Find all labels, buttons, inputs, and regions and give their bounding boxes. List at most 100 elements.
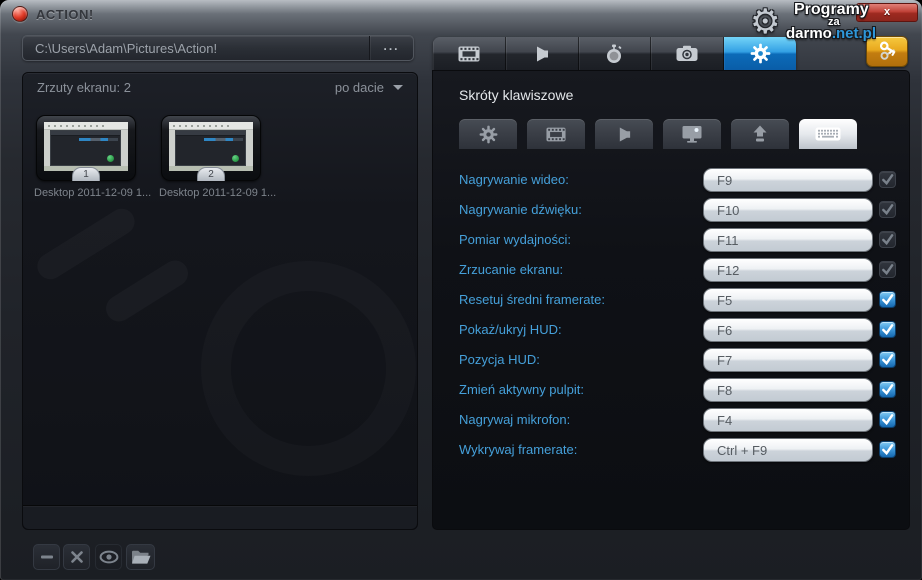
monitor-icon — [682, 126, 702, 143]
output-folder-bar: ... — [22, 35, 414, 61]
subtab-hotkeys[interactable] — [799, 119, 857, 149]
shortcut-label: Resetuj średni framerate: — [459, 292, 605, 307]
shortcut-label: Nagrywanie dźwięku: — [459, 202, 582, 217]
delete-button[interactable] — [63, 544, 90, 570]
subtab-audio[interactable] — [595, 119, 653, 149]
x-icon — [70, 551, 83, 563]
upload-arrow-icon — [753, 125, 767, 142]
window-title: ACTION! — [36, 7, 94, 22]
thumbnail-caption: Desktop 2011-12-09 1... — [34, 187, 152, 199]
gear-icon — [479, 125, 497, 143]
remove-button[interactable] — [33, 544, 60, 570]
sort-label: po dacie — [334, 79, 384, 95]
shortcut-key-input[interactable] — [703, 348, 873, 372]
shortcut-row: Pomiar wydajności: — [433, 228, 911, 252]
shortcut-enabled-checkbox[interactable] — [879, 381, 896, 398]
shortcut-row: Nagrywanie wideo: — [433, 168, 911, 192]
shortcut-enabled-checkbox[interactable] — [879, 261, 896, 278]
library-scrollbar-track[interactable] — [23, 505, 417, 529]
shortcut-enabled-checkbox[interactable] — [879, 411, 896, 428]
shortcut-key-input[interactable] — [703, 258, 873, 282]
shortcut-label: Nagrywanie wideo: — [459, 172, 569, 187]
shortcut-label: Zmień aktywny pulpit: — [459, 382, 584, 397]
keyboard-icon — [815, 127, 841, 141]
thumbnail-frame: 1 — [36, 115, 136, 181]
preview-button[interactable] — [95, 544, 122, 570]
thumbnail-frame: 2 — [161, 115, 261, 181]
filmstrip-icon — [458, 46, 480, 61]
shortcut-row: Nagrywanie dźwięku: — [433, 198, 911, 222]
tab-video[interactable] — [433, 37, 506, 70]
shortcut-key-input[interactable] — [703, 168, 873, 192]
shortcut-label: Wykrywaj framerate: — [459, 442, 578, 457]
thumbnail-number-badge: 1 — [72, 167, 100, 181]
shortcut-enabled-checkbox[interactable] — [879, 321, 896, 338]
filmstrip-icon — [546, 127, 566, 141]
keys-icon — [879, 41, 896, 60]
folder-open-icon — [131, 550, 150, 564]
settings-panel: Skróty klawiszowe Nagrywanie wideo: F9 N… — [432, 70, 910, 530]
shortcut-key-input[interactable] — [703, 408, 873, 432]
background-watermark — [201, 261, 416, 476]
shortcut-enabled-checkbox[interactable] — [879, 201, 896, 218]
screenshot-thumbnail[interactable]: 1 Desktop 2011-12-09 1... — [34, 115, 152, 199]
subtab-export[interactable] — [731, 119, 789, 149]
shortcut-enabled-checkbox[interactable] — [879, 441, 896, 458]
minus-icon — [40, 555, 53, 559]
shortcut-enabled-checkbox[interactable] — [879, 351, 896, 368]
shortcut-key-input[interactable] — [703, 378, 873, 402]
shortcut-enabled-checkbox[interactable] — [879, 291, 896, 308]
subtab-general[interactable] — [459, 119, 517, 149]
thumbnail-image — [44, 122, 128, 171]
subtab-display[interactable] — [663, 119, 721, 149]
tab-settings[interactable] — [724, 37, 796, 70]
shortcut-row: Pokaż/ukryj HUD: — [433, 318, 911, 342]
browse-folder-button[interactable]: ... — [369, 36, 413, 60]
subtab-video[interactable] — [527, 119, 585, 149]
thumbnail-number-badge: 2 — [197, 167, 225, 181]
main-tab-bar — [433, 37, 796, 70]
library-count-label: Zrzuty ekranu: 2 — [37, 79, 131, 95]
license-key-button[interactable] — [866, 36, 908, 67]
library-header: Zrzuty ekranu: 2 po dacie — [23, 73, 417, 101]
sort-dropdown[interactable]: po dacie — [335, 80, 403, 95]
speaker-icon — [536, 46, 548, 61]
app-logo-icon — [12, 6, 28, 22]
shortcut-key-input[interactable] — [703, 438, 873, 462]
title-bar[interactable]: ACTION! x — [0, 0, 922, 28]
shortcut-key-input[interactable] — [703, 198, 873, 222]
open-folder-button[interactable] — [126, 544, 155, 570]
shortcut-row: Pozycja HUD: — [433, 348, 911, 372]
shortcut-label: Pomiar wydajności: — [459, 232, 571, 247]
screenshot-library-panel: Zrzuty ekranu: 2 po dacie 1 Desktop 2011… — [22, 72, 418, 530]
tab-screenshots[interactable] — [651, 37, 725, 70]
camera-icon — [676, 45, 698, 61]
shortcut-row: Wykrywaj framerate: — [433, 438, 911, 462]
chevron-down-icon — [393, 84, 403, 90]
screenshot-thumbnail[interactable]: 2 Desktop 2011-12-09 1... — [159, 115, 277, 199]
tab-audio[interactable] — [505, 37, 579, 70]
shortcut-label: Nagrywaj mikrofon: — [459, 412, 571, 427]
action-app-window: ACTION! x ⚙ Programy za darmo.net.pl ... — [0, 0, 922, 580]
output-folder-input[interactable] — [23, 36, 367, 60]
shortcut-enabled-checkbox[interactable] — [879, 231, 896, 248]
eye-icon — [99, 550, 118, 564]
shortcut-key-input[interactable] — [703, 228, 873, 252]
settings-heading: Skróty klawiszowe — [459, 87, 574, 103]
shortcut-row: Zmień aktywny pulpit: — [433, 378, 911, 402]
settings-sub-tab-bar — [459, 119, 889, 149]
stopwatch-icon — [607, 44, 622, 63]
shortcut-label: Pozycja HUD: — [459, 352, 540, 367]
thumbnail-caption: Desktop 2011-12-09 1... — [159, 187, 277, 199]
shortcut-label: Zrzucanie ekranu: — [459, 262, 564, 277]
close-button[interactable]: x — [856, 3, 918, 22]
shortcut-key-input[interactable] — [703, 288, 873, 312]
shortcut-enabled-checkbox[interactable] — [879, 171, 896, 188]
tab-benchmark[interactable] — [578, 37, 652, 70]
shortcut-row: Zrzucanie ekranu: — [433, 258, 911, 282]
gear-icon — [750, 43, 770, 64]
shortcut-key-input[interactable] — [703, 318, 873, 342]
shortcut-label: Pokaż/ukryj HUD: — [459, 322, 562, 337]
thumbnail-image — [169, 122, 253, 171]
shortcut-row: Resetuj średni framerate: — [433, 288, 911, 312]
